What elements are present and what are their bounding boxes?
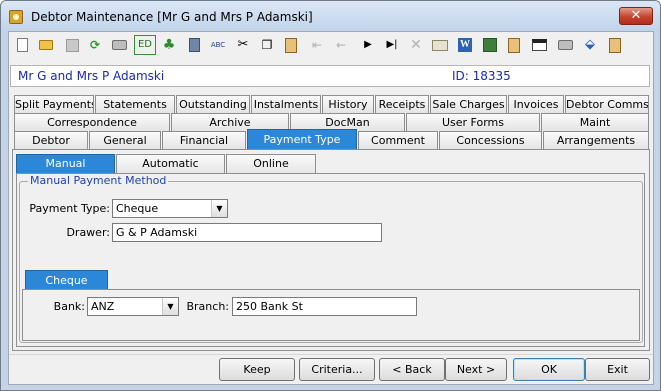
tab-invoices[interactable]: Invoices: [508, 95, 564, 113]
cheque-details-tab[interactable]: Cheque Details: [25, 270, 108, 306]
app-icon: [9, 10, 23, 24]
window-title: Debtor Maintenance [Mr G and Mrs P Adams…: [31, 10, 313, 24]
manual-payments-panel: Manual Payment Method Payment Type: Cheq…: [16, 173, 645, 347]
drawer-input[interactable]: G & P Adamski: [112, 223, 382, 242]
tab-financial[interactable]: Financial: [162, 131, 246, 149]
button-bar: Keep Criteria... < Back Next > OK Exit: [9, 354, 653, 384]
bank-value: ANZ: [91, 300, 115, 313]
next-button[interactable]: Next >: [445, 358, 507, 381]
print-icon[interactable]: [110, 36, 128, 54]
tab-sale-charges[interactable]: Sale Charges: [430, 95, 507, 113]
tab-concessions[interactable]: Concessions: [439, 131, 542, 149]
card-icon[interactable]: [431, 36, 449, 54]
tab-receipts[interactable]: Receipts: [375, 95, 429, 113]
debtor-name: Mr G and Mrs P Adamski: [18, 69, 165, 83]
last-record-icon[interactable]: ▶|: [383, 36, 401, 54]
tab-correspondence[interactable]: Correspondence: [14, 113, 170, 131]
tree-icon[interactable]: ♣: [160, 36, 178, 54]
spellcheck-icon[interactable]: ABC: [209, 36, 227, 54]
chevron-down-icon[interactable]: ▼: [162, 298, 178, 315]
debtor-maintenance-window: Debtor Maintenance [Mr G and Mrs P Adams…: [0, 0, 661, 391]
edit-icon[interactable]: ED: [134, 35, 156, 55]
payment-type-select[interactable]: Cheque ▼: [112, 199, 228, 218]
printer-doc-icon[interactable]: [556, 36, 574, 54]
word-icon[interactable]: W: [456, 36, 474, 54]
exit-button[interactable]: Exit: [585, 358, 650, 381]
chevron-down-icon[interactable]: ▼: [211, 200, 227, 217]
notepad-icon[interactable]: [530, 36, 548, 54]
new-document-icon[interactable]: [13, 36, 31, 54]
close-button[interactable]: ✕: [619, 7, 653, 25]
next-record-icon[interactable]: ▶: [359, 36, 377, 54]
subtab-online-payments[interactable]: Online Payments: [226, 154, 316, 188]
criteria-button[interactable]: Criteria...: [299, 358, 375, 381]
tab-debtor-comms[interactable]: Debtor Comms: [565, 95, 649, 113]
drawer-label: Drawer:: [66, 226, 110, 239]
paste-icon[interactable]: [282, 36, 300, 54]
branch-label: Branch:: [186, 300, 229, 313]
tab-user-forms[interactable]: User Forms: [406, 113, 540, 131]
toolbar: ⟳ ED ♣ ABC ✂ ❐ ⇤ ← ▶ ▶| ✕ W ⬙: [9, 32, 653, 60]
bank-label: Bank:: [53, 300, 85, 313]
add-note-icon[interactable]: [606, 36, 624, 54]
branch-input[interactable]: 250 Bank St: [232, 297, 417, 316]
first-record-icon[interactable]: ⇤: [308, 36, 326, 54]
copy-icon[interactable]: ❐: [258, 36, 276, 54]
title-bar[interactable]: Debtor Maintenance [Mr G and Mrs P Adams…: [1, 1, 660, 31]
calculator-icon[interactable]: [185, 36, 203, 54]
payment-type-panel: Manual Payments Automatic Payments Onlin…: [12, 149, 650, 351]
delete-icon[interactable]: ✕: [407, 36, 425, 54]
tag-icon[interactable]: ⬙: [581, 36, 599, 54]
refresh-icon[interactable]: ⟳: [86, 36, 104, 54]
keep-button[interactable]: Keep: [219, 358, 295, 381]
cheque-details-panel: Bank: ANZ ▼ Branch: 250 Bank St: [22, 289, 640, 341]
tab-maint[interactable]: Maint: [541, 113, 649, 131]
tab-history[interactable]: History: [322, 95, 374, 113]
tab-debtor[interactable]: Debtor: [14, 131, 88, 149]
tab-statements[interactable]: Statements: [95, 95, 175, 113]
tab-general[interactable]: General: [89, 131, 161, 149]
payment-type-label: Payment Type:: [29, 202, 110, 215]
payment-type-value: Cheque: [116, 202, 159, 215]
previous-record-icon[interactable]: ←: [332, 36, 350, 54]
debtor-id: ID: 18335: [452, 69, 511, 83]
excel-icon[interactable]: [481, 36, 499, 54]
tab-split-payments[interactable]: Split Payments: [14, 95, 94, 113]
ok-button[interactable]: OK: [513, 358, 585, 381]
manual-payment-method-group: Manual Payment Method Payment Type: Cheq…: [19, 174, 643, 343]
tab-comment[interactable]: Comment: [358, 131, 438, 149]
clipboard-icon[interactable]: [505, 36, 523, 54]
tab-outstanding[interactable]: Outstanding: [176, 95, 250, 113]
tab-instalments[interactable]: Instalments: [251, 95, 321, 113]
tab-arrangements[interactable]: Arrangements: [543, 131, 649, 149]
subtab-automatic-payments[interactable]: Automatic Payments: [116, 154, 225, 188]
bank-select[interactable]: ANZ ▼: [87, 297, 179, 316]
open-folder-icon[interactable]: [37, 36, 55, 54]
debtor-header: Mr G and Mrs P Adamski ID: 18335: [10, 65, 650, 87]
subtab-manual-payments[interactable]: Manual Payments: [16, 154, 115, 188]
client-area: ⟳ ED ♣ ABC ✂ ❐ ⇤ ← ▶ ▶| ✕ W ⬙ Mr G and M…: [8, 31, 654, 385]
tab-payment-type[interactable]: Payment Type: [247, 129, 357, 150]
cut-icon[interactable]: ✂: [234, 36, 252, 54]
group-title: Manual Payment Method: [28, 174, 169, 187]
back-button[interactable]: < Back: [379, 358, 445, 381]
save-icon[interactable]: [63, 36, 81, 54]
